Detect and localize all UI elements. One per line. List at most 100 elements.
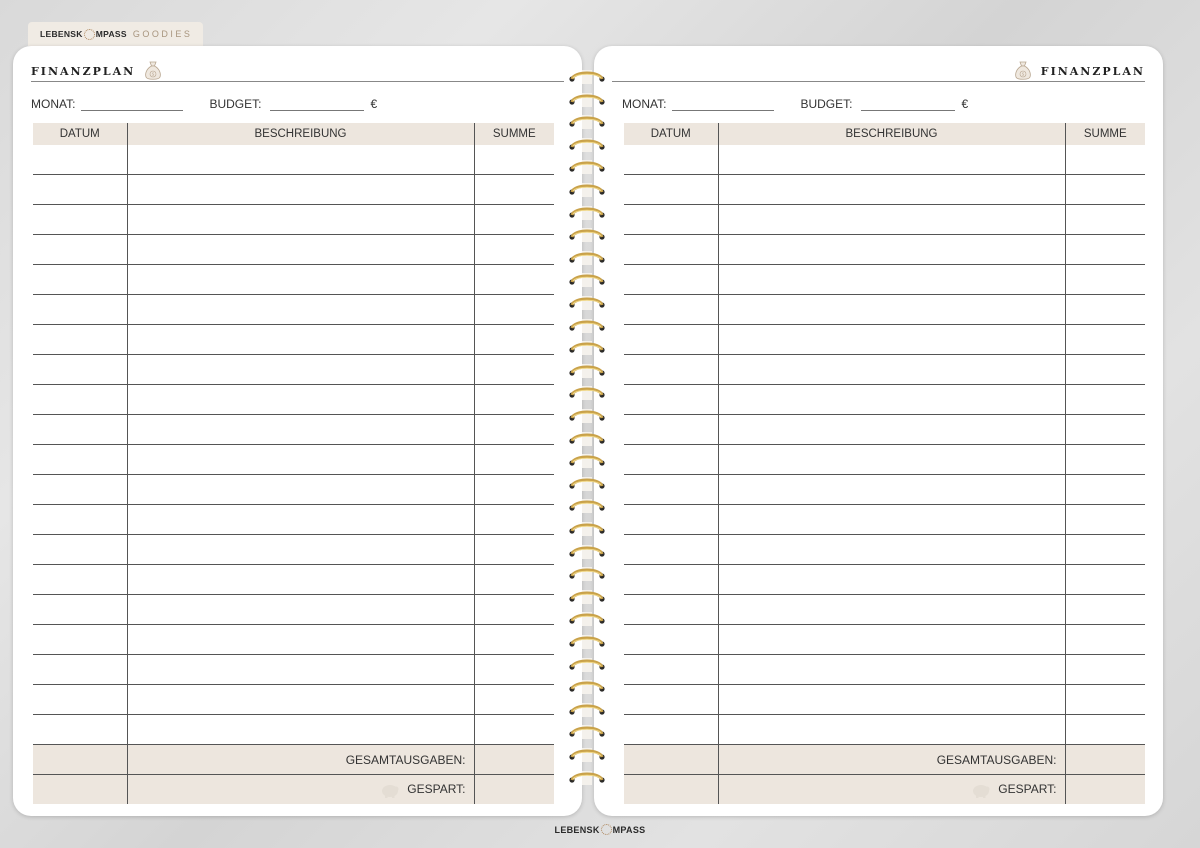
date-cell[interactable] [624,594,719,625]
description-cell[interactable] [127,594,475,625]
date-cell[interactable] [33,174,128,205]
description-cell[interactable] [718,145,1066,175]
description-cell[interactable] [127,474,475,505]
date-cell[interactable] [624,354,719,385]
date-cell[interactable] [33,354,128,385]
amount-cell[interactable] [1065,684,1145,715]
date-cell[interactable] [624,294,719,325]
amount-cell[interactable] [474,714,554,745]
amount-cell[interactable] [1065,354,1145,385]
amount-cell[interactable] [1065,624,1145,655]
description-cell[interactable] [127,504,475,535]
date-cell[interactable] [33,504,128,535]
date-cell[interactable] [33,564,128,595]
amount-cell[interactable] [1065,234,1145,265]
description-cell[interactable] [718,594,1066,625]
amount-cell[interactable] [474,294,554,325]
description-cell[interactable] [127,204,475,235]
description-cell[interactable] [127,294,475,325]
date-cell[interactable] [33,204,128,235]
date-cell[interactable] [33,414,128,445]
amount-cell[interactable] [474,384,554,415]
amount-cell[interactable] [474,354,554,385]
date-cell[interactable] [624,654,719,685]
total-value-cell[interactable] [1065,744,1145,775]
description-cell[interactable] [718,504,1066,535]
amount-cell[interactable] [474,684,554,715]
amount-cell[interactable] [474,444,554,475]
amount-cell[interactable] [1065,594,1145,625]
date-cell[interactable] [624,234,719,265]
saved-value-cell[interactable] [1065,774,1145,804]
amount-cell[interactable] [474,204,554,235]
amount-cell[interactable] [1065,714,1145,745]
date-cell[interactable] [624,564,719,595]
description-cell[interactable] [718,534,1066,565]
description-cell[interactable] [718,204,1066,235]
amount-cell[interactable] [1065,414,1145,445]
saved-value-cell[interactable] [474,774,554,804]
description-cell[interactable] [127,414,475,445]
amount-cell[interactable] [1065,654,1145,685]
date-cell[interactable] [33,145,128,175]
amount-cell[interactable] [474,594,554,625]
amount-cell[interactable] [474,324,554,355]
description-cell[interactable] [127,174,475,205]
budget-input-line[interactable] [270,98,365,111]
month-input-line[interactable] [672,98,775,111]
description-cell[interactable] [127,264,475,295]
description-cell[interactable] [127,624,475,655]
date-cell[interactable] [33,264,128,295]
amount-cell[interactable] [1065,384,1145,415]
date-cell[interactable] [33,624,128,655]
description-cell[interactable] [718,474,1066,505]
amount-cell[interactable] [474,624,554,655]
amount-cell[interactable] [474,504,554,535]
amount-cell[interactable] [1065,534,1145,565]
budget-input-line[interactable] [861,98,956,111]
amount-cell[interactable] [1065,145,1145,175]
amount-cell[interactable] [474,534,554,565]
date-cell[interactable] [624,145,719,175]
description-cell[interactable] [127,654,475,685]
description-cell[interactable] [718,714,1066,745]
date-cell[interactable] [624,684,719,715]
amount-cell[interactable] [474,174,554,205]
amount-cell[interactable] [1065,324,1145,355]
date-cell[interactable] [624,444,719,475]
amount-cell[interactable] [474,145,554,175]
amount-cell[interactable] [474,654,554,685]
amount-cell[interactable] [1065,504,1145,535]
description-cell[interactable] [127,714,475,745]
description-cell[interactable] [718,564,1066,595]
date-cell[interactable] [33,234,128,265]
description-cell[interactable] [718,684,1066,715]
amount-cell[interactable] [1065,474,1145,505]
amount-cell[interactable] [474,474,554,505]
date-cell[interactable] [33,324,128,355]
description-cell[interactable] [718,624,1066,655]
date-cell[interactable] [624,384,719,415]
description-cell[interactable] [127,534,475,565]
date-cell[interactable] [624,714,719,745]
date-cell[interactable] [624,264,719,295]
amount-cell[interactable] [1065,564,1145,595]
description-cell[interactable] [127,444,475,475]
date-cell[interactable] [33,534,128,565]
date-cell[interactable] [624,474,719,505]
amount-cell[interactable] [1065,294,1145,325]
description-cell[interactable] [718,294,1066,325]
date-cell[interactable] [33,714,128,745]
description-cell[interactable] [718,324,1066,355]
date-cell[interactable] [624,534,719,565]
date-cell[interactable] [624,174,719,205]
date-cell[interactable] [624,204,719,235]
amount-cell[interactable] [474,564,554,595]
amount-cell[interactable] [1065,264,1145,295]
date-cell[interactable] [33,474,128,505]
description-cell[interactable] [718,264,1066,295]
month-input-line[interactable] [81,98,184,111]
description-cell[interactable] [127,145,475,175]
amount-cell[interactable] [1065,204,1145,235]
amount-cell[interactable] [1065,444,1145,475]
